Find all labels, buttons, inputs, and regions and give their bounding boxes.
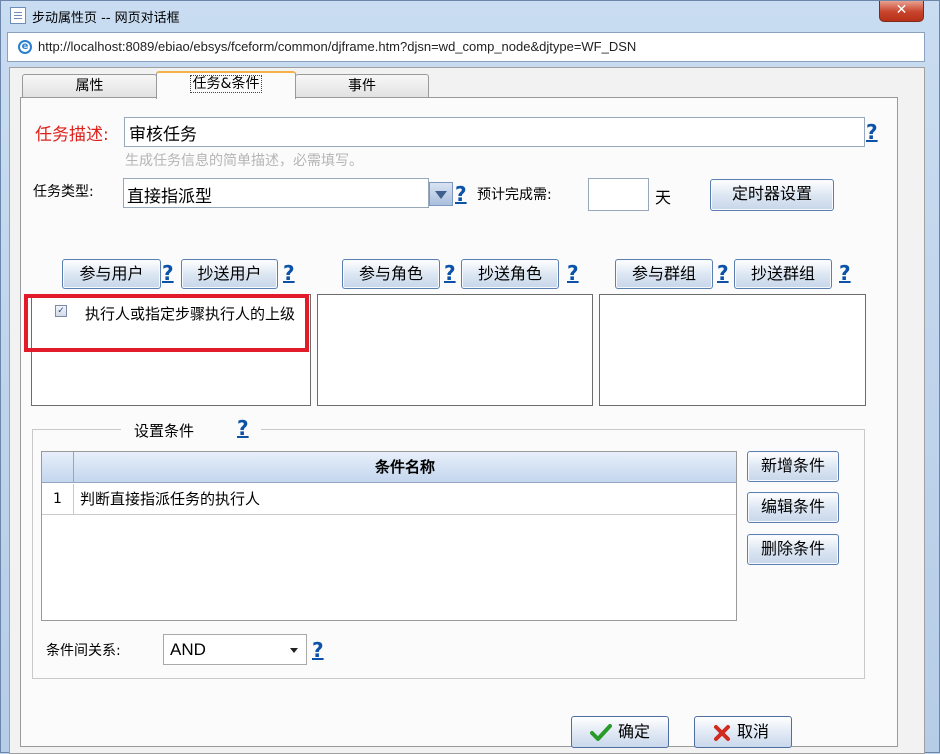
row-number-header [42,452,74,483]
highlight-box [24,294,309,352]
tab-label: 属性 [75,78,104,94]
cc-groups-button[interactable]: 抄送群组 [734,259,832,289]
cc-roles-button[interactable]: 抄送角色 [461,259,559,289]
table-header: 条件名称 [42,452,736,483]
estimate-label: 预计完成需: [477,187,552,203]
conditions-title: 设置条件 [134,422,195,440]
estimate-input[interactable] [588,178,649,211]
check-icon [590,724,612,741]
tab-task-conditions[interactable]: 任务&条件 [156,71,296,99]
dialog-window: 步动属性页 -- 网页对话框 ✕ e http://localhost:8089… [0,0,940,754]
task-desc-label: 任务描述: [35,125,109,145]
help-icon[interactable]: ? [444,263,456,283]
participant-roles-button[interactable]: 参与角色 [342,259,440,289]
task-desc-hint: 生成任务信息的简单描述，必需填写。 [125,153,363,169]
ok-label: 确定 [618,722,651,741]
help-icon[interactable]: ? [283,263,295,283]
help-icon[interactable]: ? [312,640,324,660]
task-type-value: 直接指派型 [127,187,212,207]
close-button[interactable]: ✕ [879,1,924,22]
task-type-label: 任务类型: [33,184,94,200]
groups-list[interactable] [599,294,866,406]
help-icon[interactable]: ? [717,263,729,283]
task-type-select[interactable]: 直接指派型 [123,178,429,208]
x-icon [714,725,730,741]
task-desc-value: 审核任务 [129,125,197,145]
delete-condition-button[interactable]: 删除条件 [747,534,839,565]
ie-icon: e [18,40,32,54]
page-icon [10,7,26,24]
tab-events[interactable]: 事件 [295,74,429,99]
tab-properties[interactable]: 属性 [22,74,157,99]
cancel-label: 取消 [737,722,770,741]
relation-select[interactable]: AND [163,634,307,665]
condition-name: 判断直接指派任务的执行人 [80,490,261,508]
conditions-table: 条件名称 1 判断直接指派任务的执行人 [41,451,737,621]
participant-groups-button[interactable]: 参与群组 [615,259,713,289]
chevron-down-icon [435,191,447,199]
column-header[interactable]: 条件名称 [74,452,736,483]
cc-users-button[interactable]: 抄送用户 [181,259,278,289]
help-icon[interactable]: ? [839,263,851,283]
tab-label: 事件 [348,78,376,94]
cancel-button[interactable]: 取消 [694,716,792,748]
address-bar: e http://localhost:8089/ebiao/ebsys/fcef… [7,32,925,62]
window-title: 步动属性页 -- 网页对话框 [32,11,180,26]
task-desc-input[interactable]: 审核任务 [124,117,865,147]
help-icon[interactable]: ? [866,122,878,142]
url-text: http://localhost:8089/ebiao/ebsys/fcefor… [38,39,637,54]
help-icon[interactable]: ? [237,418,249,438]
ok-button[interactable]: 确定 [571,716,669,748]
participant-users-button[interactable]: 参与用户 [62,259,161,289]
chevron-down-icon [290,648,298,653]
add-condition-button[interactable]: 新增条件 [747,451,839,482]
help-icon[interactable]: ? [162,263,174,283]
table-row[interactable]: 1 判断直接指派任务的执行人 [42,484,736,515]
relation-value: AND [170,640,206,659]
edit-condition-button[interactable]: 编辑条件 [747,492,839,523]
estimate-unit: 天 [655,188,672,207]
dropdown-button[interactable] [429,182,453,206]
help-icon[interactable]: ? [567,263,579,283]
help-icon[interactable]: ? [455,184,467,204]
row-number: 1 [42,484,74,515]
relation-label: 条件间关系: [46,643,121,659]
tab-label: 任务&条件 [189,75,263,93]
roles-list[interactable] [317,294,593,406]
timer-settings-button[interactable]: 定时器设置 [710,179,834,211]
title-bar: 步动属性页 -- 网页对话框 ✕ [1,1,940,31]
